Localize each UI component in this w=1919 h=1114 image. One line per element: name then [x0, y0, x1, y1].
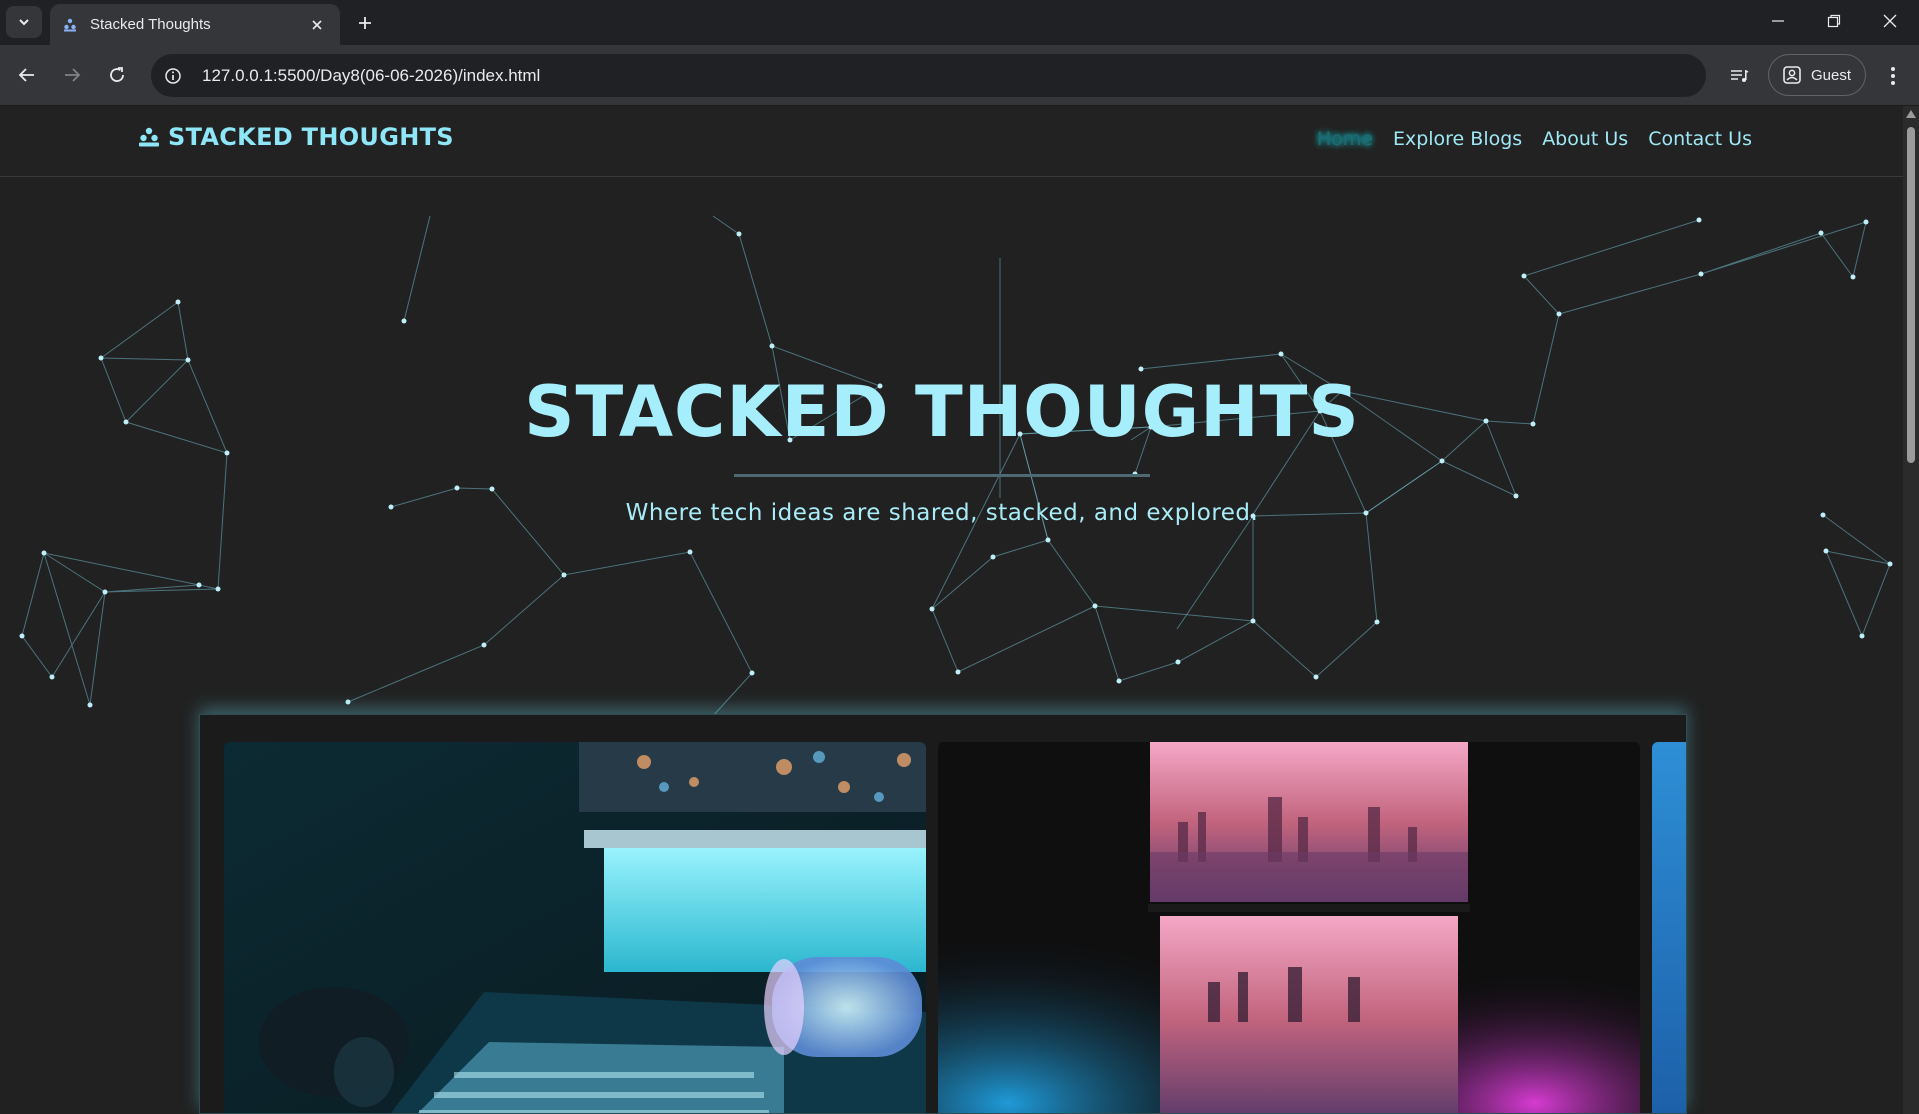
kebab-menu-icon [1891, 67, 1895, 85]
arrow-left-icon [18, 68, 34, 82]
brand-logo[interactable]: STACKED THOUGHTS [138, 123, 454, 151]
reload-button[interactable] [101, 59, 133, 91]
browser-menu-button[interactable] [1876, 59, 1910, 93]
nav-home[interactable]: Home [1317, 128, 1373, 150]
site-info-icon[interactable] [156, 59, 190, 93]
close-window-button[interactable] [1862, 0, 1918, 42]
hero-divider [734, 474, 1150, 477]
tab-title: Stacked Thoughts [90, 16, 211, 33]
blog-carousel [199, 714, 1687, 1114]
playlist-icon [1731, 69, 1749, 82]
profile-button[interactable]: Guest [1768, 54, 1866, 96]
stack-logo-icon [139, 127, 159, 147]
nav-explore-blogs[interactable]: Explore Blogs [1393, 128, 1522, 150]
arrow-right-icon [65, 68, 81, 82]
tab-search-button[interactable] [6, 6, 42, 38]
close-icon[interactable] [306, 14, 328, 36]
reload-icon [110, 67, 124, 82]
url-text: 127.0.0.1:5500/Day8(06-06-2026)/index.ht… [202, 65, 541, 85]
carousel-card[interactable] [938, 742, 1640, 1113]
city-monitors-image [938, 742, 1640, 1113]
site-navbar: STACKED THOUGHTS Home Explore Blogs Abou… [0, 106, 1903, 177]
tab-strip: Stacked Thoughts [0, 0, 1919, 45]
particle-network-background [19, 215, 1893, 728]
nav-about-us[interactable]: About Us [1542, 128, 1628, 150]
scroll-thumb[interactable] [1907, 127, 1915, 463]
brand-name: STACKED THOUGHTS [168, 123, 454, 151]
chevron-down-icon [19, 19, 29, 26]
restore-icon [1827, 14, 1841, 28]
browser-toolbar: 127.0.0.1:5500/Day8(06-06-2026)/index.ht… [0, 45, 1919, 106]
scroll-up-arrow-icon[interactable] [1906, 110, 1916, 118]
carousel-card[interactable] [224, 742, 926, 1113]
minimize-icon [1772, 20, 1784, 22]
main-nav: Home Explore Blogs About Us Contact Us [1317, 128, 1752, 150]
blue-partial-image [1652, 742, 1686, 1113]
minimize-button[interactable] [1750, 0, 1806, 42]
hero-title: STACKED THOUGHTS [524, 371, 1360, 453]
plus-icon [359, 17, 371, 29]
browser-tab[interactable]: Stacked Thoughts [50, 4, 340, 45]
media-controls-button[interactable] [1722, 59, 1756, 93]
hero-subtitle: Where tech ideas are shared, stacked, an… [625, 500, 1259, 526]
close-icon [1883, 14, 1897, 28]
carousel-card[interactable] [1652, 742, 1686, 1113]
restore-button[interactable] [1806, 0, 1862, 42]
page-scrollbar[interactable] [1903, 106, 1919, 1114]
guest-profile-icon [1783, 66, 1801, 84]
stack-logo-icon [62, 17, 78, 33]
new-tab-button[interactable] [350, 8, 380, 38]
profile-label: Guest [1811, 66, 1852, 84]
forward-button[interactable] [56, 59, 88, 91]
back-button[interactable] [11, 59, 43, 91]
keyboard-setup-image [224, 742, 926, 1113]
address-bar[interactable]: 127.0.0.1:5500/Day8(06-06-2026)/index.ht… [151, 54, 1706, 97]
nav-contact-us[interactable]: Contact Us [1648, 128, 1752, 150]
